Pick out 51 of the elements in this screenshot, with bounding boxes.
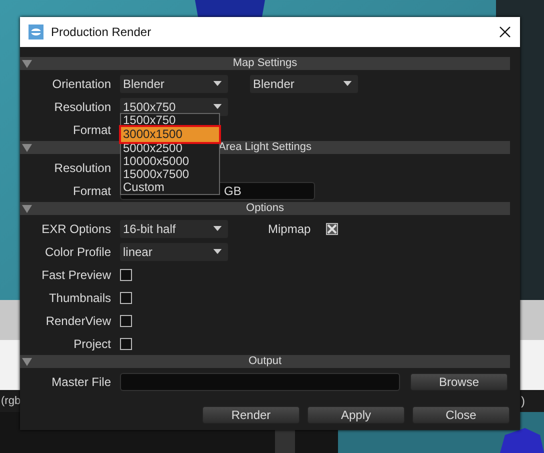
collapse-triangle-icon <box>22 356 32 366</box>
dialog-button[interactable]: Render <box>202 406 300 424</box>
field-label: Thumbnails <box>48 290 111 304</box>
field-label: EXR Options <box>40 222 111 236</box>
section-header[interactable]: Output <box>20 355 510 368</box>
collapse-triangle-icon <box>22 58 32 68</box>
checkbox[interactable] <box>120 268 132 280</box>
field-label: Mipmap <box>268 222 311 236</box>
checkbox[interactable] <box>120 338 132 350</box>
caret-icon <box>213 249 222 254</box>
status-text: (rgb <box>1 395 21 407</box>
app-icon <box>28 24 44 40</box>
caret-icon <box>343 81 352 86</box>
dialog-button[interactable]: Close <box>412 406 510 424</box>
field-label: Fast Preview <box>40 268 111 282</box>
checkbox[interactable] <box>120 314 132 326</box>
field-label: Format <box>72 122 111 136</box>
dropdown-option[interactable]: 15000x7500 <box>121 168 219 181</box>
input-field[interactable] <box>120 372 400 390</box>
checkbox[interactable] <box>120 292 132 304</box>
status-text: ) <box>521 394 525 408</box>
field-label: Format <box>72 184 111 198</box>
section-header[interactable]: Options <box>20 202 510 215</box>
dropdown-option[interactable]: 1500x750 <box>121 114 219 127</box>
field-label: Resolution <box>53 100 111 114</box>
dialog-button[interactable]: Apply <box>307 406 405 424</box>
collapse-triangle-icon <box>22 204 32 214</box>
field-label: Resolution <box>53 160 111 174</box>
dropdown[interactable]: 16-bit half <box>120 220 228 238</box>
caret-icon <box>213 81 222 86</box>
dropdown[interactable]: Blender <box>250 74 358 92</box>
window-title: Production Render <box>51 25 152 39</box>
dropdown[interactable]: 1500x750 <box>120 98 228 116</box>
caret-icon <box>213 226 222 231</box>
dropdown[interactable]: Blender <box>120 74 228 92</box>
dropdown-option[interactable]: Custom <box>121 181 219 194</box>
dropdown[interactable]: linear <box>120 242 228 260</box>
field-label: Orientation <box>51 76 111 90</box>
caret-icon <box>213 104 222 109</box>
section-header[interactable]: Map Settings <box>20 57 510 70</box>
browse-button[interactable]: Browse <box>410 372 508 390</box>
checkbox[interactable] <box>326 222 338 234</box>
field-label: Color Profile <box>44 244 111 258</box>
field-label: Master File <box>50 374 111 388</box>
close-icon[interactable] <box>499 26 511 38</box>
dropdown-option[interactable]: 10000x5000 <box>121 155 219 168</box>
field-label: RenderView <box>44 314 111 328</box>
dropdown-option[interactable]: 5000x2500 <box>121 142 219 155</box>
dropdown-option[interactable]: 3000x1500 <box>121 127 219 142</box>
collapse-triangle-icon <box>22 142 32 152</box>
field-label: Project <box>72 336 111 350</box>
